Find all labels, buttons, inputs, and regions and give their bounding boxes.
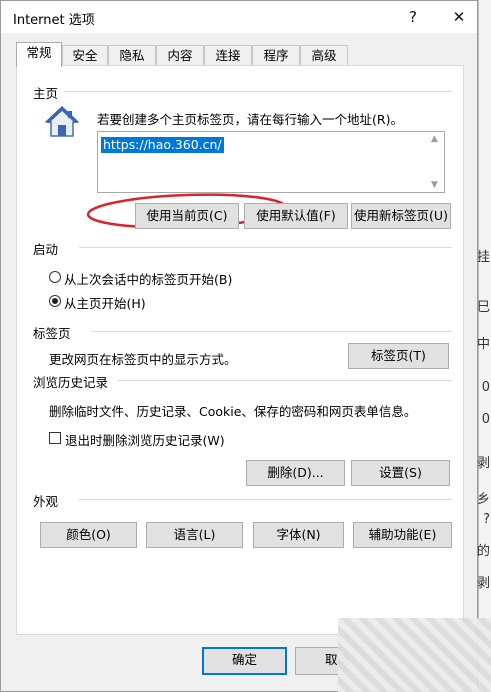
startup-last-session-radio[interactable] <box>49 271 61 283</box>
url-scrollbar[interactable]: ▲ ▼ <box>428 132 444 192</box>
title-bar: Internet 选项 ? ✕ <box>1 1 477 33</box>
scroll-up-icon[interactable]: ▲ <box>431 134 438 144</box>
startup-homepage-radio[interactable] <box>49 295 61 307</box>
internet-options-dialog: Internet 选项 ? ✕ 常规 安全 隐私 内容 连接 程序 高级 主页 … <box>0 0 478 692</box>
homepage-description: 若要创建多个主页标签页，请在每行输入一个地址(R)。 <box>97 112 403 127</box>
tab-security[interactable]: 安全 <box>62 45 108 65</box>
watermark-blur <box>338 618 491 692</box>
section-divider <box>91 331 452 332</box>
homepage-section-title: 主页 <box>33 83 65 102</box>
delete-history-on-exit-checkbox[interactable] <box>49 432 61 444</box>
background-page-edge: 挂 巳 中 0 0 剥 乡 ? 的 剥 <box>476 0 491 692</box>
close-button[interactable]: ✕ <box>439 3 479 31</box>
use-new-tab-button[interactable]: 使用新标签页(U) <box>351 203 451 229</box>
homepage-url-input[interactable]: https://hao.360.cn/ ▲ ▼ <box>97 131 445 193</box>
background-text: 挂 <box>476 250 490 265</box>
fonts-button[interactable]: 字体(N) <box>253 522 344 548</box>
ok-button[interactable]: 确定 <box>202 647 287 675</box>
tab-general[interactable]: 常规 <box>16 42 62 67</box>
house-icon <box>45 106 79 137</box>
startup-homepage-label[interactable]: 从主页开始(H) <box>64 293 146 312</box>
appearance-section-title: 外观 <box>33 491 65 510</box>
window-title: Internet 选项 <box>13 13 95 28</box>
general-tab-panel: 主页 若要创建多个主页标签页，请在每行输入一个地址(R)。 https://ha… <box>16 65 464 635</box>
background-text: ? <box>483 512 490 527</box>
background-text: 中 <box>476 337 490 352</box>
languages-button[interactable]: 语言(L) <box>146 522 243 548</box>
section-divider <box>117 380 452 381</box>
accessibility-button[interactable]: 辅助功能(E) <box>353 522 452 548</box>
homepage-url-text[interactable]: https://hao.360.cn/ <box>101 137 224 153</box>
background-text: 的 <box>476 544 490 559</box>
use-current-page-button[interactable]: 使用当前页(C) <box>135 203 239 229</box>
colors-button[interactable]: 颜色(O) <box>40 522 137 548</box>
section-divider <box>57 91 452 92</box>
tabs-section-title: 标签页 <box>33 323 77 342</box>
section-divider <box>79 499 452 500</box>
background-text: 0 <box>481 412 490 427</box>
scroll-down-icon[interactable]: ▼ <box>431 180 438 190</box>
section-divider <box>79 247 452 248</box>
background-text: 剥 <box>476 576 490 591</box>
background-text: 乡 <box>476 492 490 507</box>
history-settings-button[interactable]: 设置(S) <box>351 460 450 486</box>
delete-history-on-exit-label[interactable]: 退出时删除浏览历史记录(W) <box>65 430 225 449</box>
tabs-description: 更改网页在标签页中的显示方式。 <box>49 352 237 367</box>
tab-programs[interactable]: 程序 <box>252 45 300 65</box>
startup-last-session-label[interactable]: 从上次会话中的标签页开始(B) <box>64 269 232 288</box>
history-description: 删除临时文件、历史记录、Cookie、保存的密码和网页表单信息。 <box>49 404 417 419</box>
background-text: 巳 <box>476 300 490 315</box>
tab-advanced[interactable]: 高级 <box>300 45 348 65</box>
background-text: 0 <box>481 380 490 395</box>
startup-section-title: 启动 <box>33 239 65 258</box>
delete-history-button[interactable]: 删除(D)... <box>246 460 345 486</box>
background-text: 剥 <box>476 456 490 471</box>
tab-connections[interactable]: 连接 <box>204 45 252 65</box>
tabs-settings-button[interactable]: 标签页(T) <box>348 343 449 369</box>
tab-content[interactable]: 内容 <box>156 45 204 65</box>
history-section-title: 浏览历史记录 <box>33 372 115 391</box>
use-default-button[interactable]: 使用默认值(F) <box>244 203 348 229</box>
help-button[interactable]: ? <box>393 3 433 31</box>
tab-privacy[interactable]: 隐私 <box>108 45 156 65</box>
